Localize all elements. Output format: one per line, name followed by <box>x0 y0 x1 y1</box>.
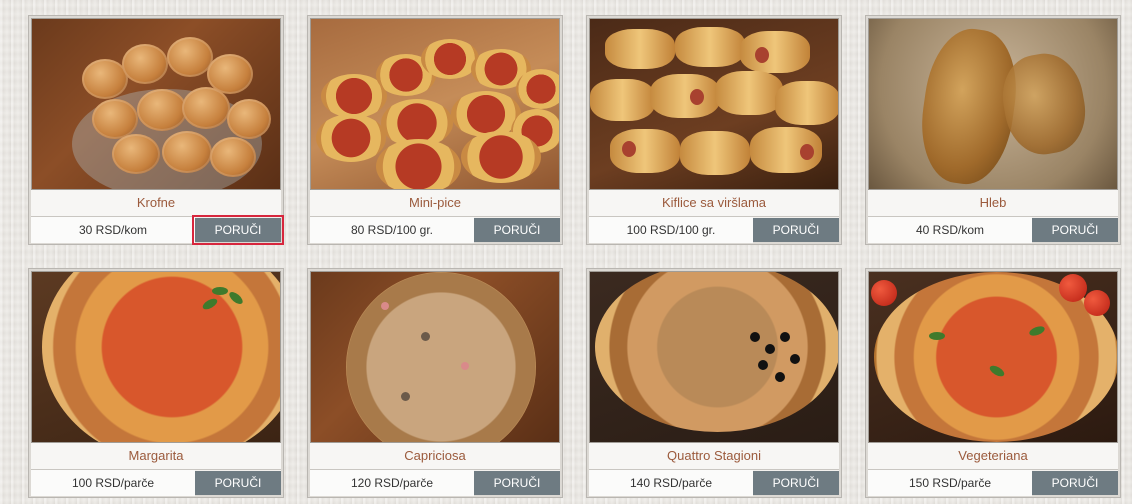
product-image <box>310 271 560 443</box>
product-title: Capriciosa <box>310 443 560 470</box>
product-image <box>868 271 1118 443</box>
product-title: Hleb <box>868 190 1118 217</box>
product-price: 150 RSD/parče <box>868 470 1032 496</box>
order-button[interactable]: PORUČI <box>192 215 284 245</box>
product-card-margarita: Margarita 100 RSD/parče PORUČI <box>28 268 284 498</box>
order-button[interactable]: PORUČI <box>753 218 839 242</box>
product-title: Krofne <box>31 190 281 217</box>
product-title: Margarita <box>31 443 281 470</box>
order-button[interactable]: PORUČI <box>195 471 281 495</box>
product-title: Mini-pice <box>310 190 560 217</box>
product-price: 80 RSD/100 gr. <box>310 217 474 243</box>
product-image <box>31 18 281 190</box>
product-title: Kiflice sa viršlama <box>589 190 839 217</box>
product-image <box>31 271 281 443</box>
product-card-mini-pice: Mini-pice 80 RSD/100 gr. PORUČI <box>307 15 563 245</box>
product-title: Quattro Stagioni <box>589 443 839 470</box>
product-price: 30 RSD/kom <box>31 217 195 243</box>
product-card-hleb: Hleb 40 RSD/kom PORUČI <box>865 15 1121 245</box>
product-price: 120 RSD/parče <box>310 470 474 496</box>
product-image <box>589 271 839 443</box>
product-price: 140 RSD/parče <box>589 470 753 496</box>
product-price: 100 RSD/parče <box>31 470 195 496</box>
order-button[interactable]: PORUČI <box>1032 218 1118 242</box>
product-image <box>589 18 839 190</box>
product-price: 100 RSD/100 gr. <box>589 217 753 243</box>
order-button[interactable]: PORUČI <box>753 471 839 495</box>
product-price: 40 RSD/kom <box>868 217 1032 243</box>
product-card-kiflice: Kiflice sa viršlama 100 RSD/100 gr. PORU… <box>586 15 842 245</box>
product-title: Vegeteriana <box>868 443 1118 470</box>
order-button[interactable]: PORUČI <box>474 471 560 495</box>
product-card-quattro-stagioni: Quattro Stagioni 140 RSD/parče PORUČI <box>586 268 842 498</box>
product-image <box>868 18 1118 190</box>
product-image <box>310 18 560 190</box>
product-grid: Krofne 30 RSD/kom PORUČI Mini-pice 80 RS… <box>0 0 1132 504</box>
product-card-krofne: Krofne 30 RSD/kom PORUČI <box>28 15 284 245</box>
product-card-vegeteriana: Vegeteriana 150 RSD/parče PORUČI <box>865 268 1121 498</box>
order-button[interactable]: PORUČI <box>474 218 560 242</box>
order-button[interactable]: PORUČI <box>1032 471 1118 495</box>
product-card-capriciosa: Capriciosa 120 RSD/parče PORUČI <box>307 268 563 498</box>
